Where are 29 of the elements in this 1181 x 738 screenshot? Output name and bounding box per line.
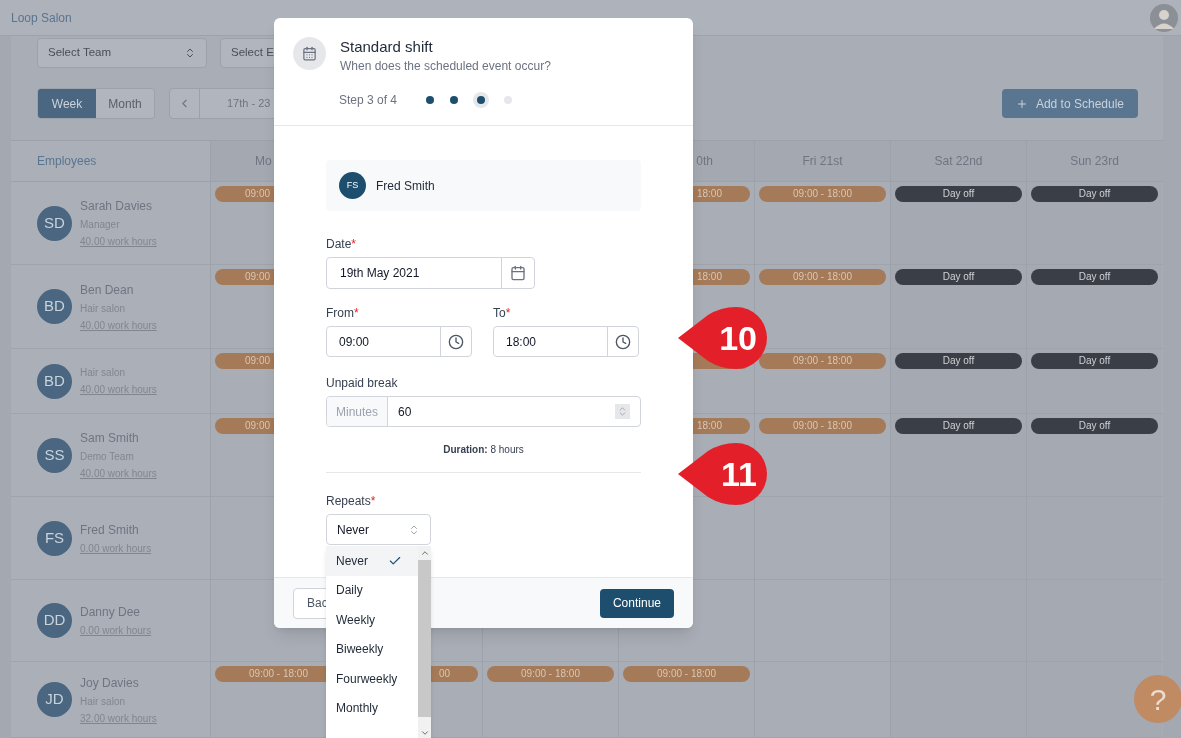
avatar: BD bbox=[37, 363, 72, 399]
field-label: Unpaid break bbox=[326, 375, 399, 392]
dialog-title: Standard shift bbox=[340, 37, 434, 57]
avatar: FS bbox=[339, 172, 366, 199]
avatar: JD bbox=[37, 682, 72, 717]
duration-text: Duration: 8 hours bbox=[443, 443, 524, 457]
employee-name: Sam Smith bbox=[80, 430, 140, 447]
employee-name: Sarah Davies bbox=[80, 198, 154, 215]
column-header: Employees bbox=[37, 153, 97, 170]
field-label: Repeats* bbox=[326, 493, 377, 510]
dialog-subtitle: When does the scheduled event occur? bbox=[340, 58, 551, 75]
avatar: SS bbox=[37, 437, 72, 473]
employee-name: Danny Dee bbox=[80, 604, 142, 621]
employee-name: Fred Smith bbox=[80, 521, 140, 539]
avatar: SD bbox=[37, 205, 72, 241]
field-label: To* bbox=[493, 305, 512, 322]
avatar: FS bbox=[37, 520, 72, 556]
employee-name: Fred Smith bbox=[376, 177, 435, 195]
field-label: From* bbox=[326, 305, 360, 322]
app-title: Loop Salon bbox=[11, 9, 72, 27]
callout-marker: 11 bbox=[678, 443, 768, 505]
avatar: BD bbox=[37, 289, 72, 324]
employee-name: Joy Davies bbox=[80, 674, 140, 692]
avatar: DD bbox=[37, 603, 72, 638]
employee-name: Ben Dean bbox=[80, 281, 135, 299]
field-label: Date* bbox=[326, 236, 358, 253]
step-counter: Step 3 of 4 bbox=[339, 92, 399, 109]
date-range: 17th - 23 bbox=[227, 96, 271, 112]
callout-marker: 10 bbox=[678, 307, 768, 369]
